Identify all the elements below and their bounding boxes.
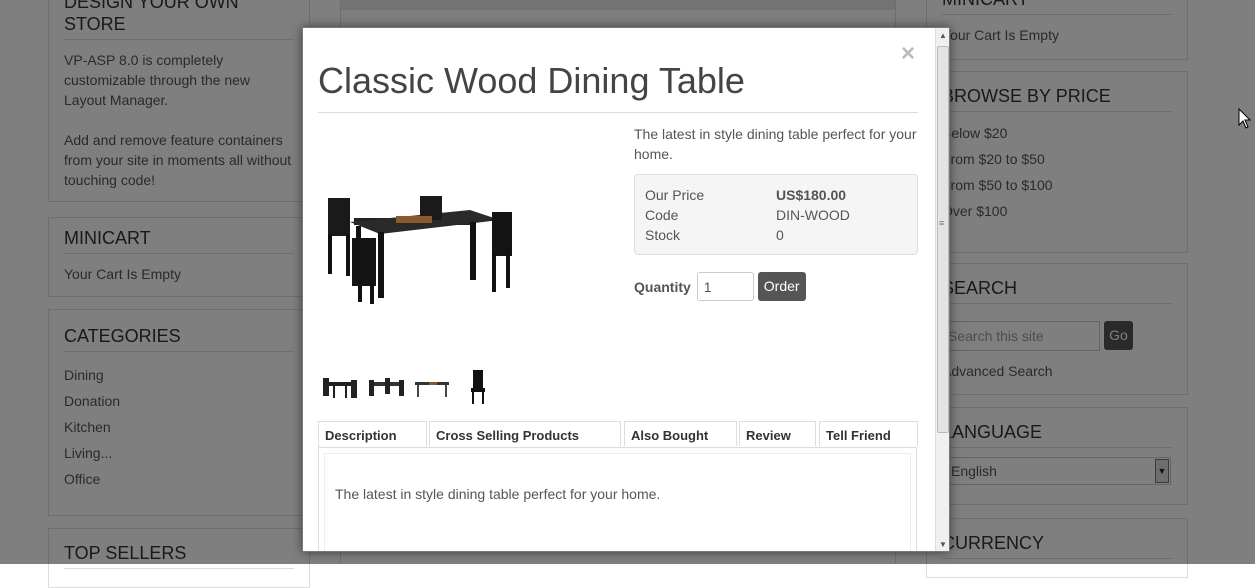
tab-also-bought[interactable]: Also Bought: [624, 421, 737, 446]
title-divider: [318, 112, 918, 113]
product-image[interactable]: [320, 178, 520, 318]
grip-icon: ≡: [939, 218, 945, 228]
mouse-cursor-icon: [1238, 108, 1252, 129]
tab-panel: The latest in style dining table perfect…: [318, 447, 917, 551]
price-label: Our Price: [645, 187, 705, 203]
short-description: The latest in style dining table perfect…: [634, 126, 917, 162]
close-icon[interactable]: ×: [901, 40, 915, 68]
tab-description[interactable]: Description: [318, 421, 427, 448]
tab-review[interactable]: Review: [739, 421, 816, 446]
stock-value: 0: [776, 227, 784, 243]
tab-cross-selling[interactable]: Cross Selling Products: [429, 421, 621, 446]
order-button[interactable]: Order: [757, 272, 806, 301]
thumbnail-2[interactable]: [367, 368, 405, 406]
price-box: Our Price US$180.00 Code DIN-WOOD Stock …: [634, 174, 918, 255]
stock-label: Stock: [645, 227, 681, 243]
scroll-up-icon[interactable]: ▲: [939, 31, 947, 40]
price-row: Our Price US$180.00: [645, 185, 907, 205]
product-modal: × Classic Wood Dining Table The latest i…: [302, 27, 950, 552]
code-label: Code: [645, 207, 679, 223]
modal-scrollbar[interactable]: ▲ ≡ ▼: [935, 28, 949, 551]
quantity-input[interactable]: [696, 272, 754, 301]
tab-tell-friend[interactable]: Tell Friend: [819, 421, 918, 446]
price-value: US$180.00: [776, 187, 847, 203]
tab-content-text: The latest in style dining table perfect…: [335, 486, 661, 502]
quantity-row: Quantity Order: [634, 272, 806, 301]
scroll-down-icon[interactable]: ▼: [939, 540, 947, 549]
thumbnail-strip: [321, 368, 497, 406]
scroll-thumb[interactable]: [937, 46, 949, 433]
stock-row: Stock 0: [645, 225, 907, 245]
code-row: Code DIN-WOOD: [645, 205, 907, 225]
product-title: Classic Wood Dining Table: [318, 60, 745, 101]
code-value: DIN-WOOD: [776, 207, 850, 223]
thumbnail-3[interactable]: [413, 368, 451, 406]
thumbnail-4[interactable]: [459, 368, 497, 406]
quantity-label: Quantity: [634, 278, 691, 295]
thumbnail-1[interactable]: [321, 368, 359, 406]
